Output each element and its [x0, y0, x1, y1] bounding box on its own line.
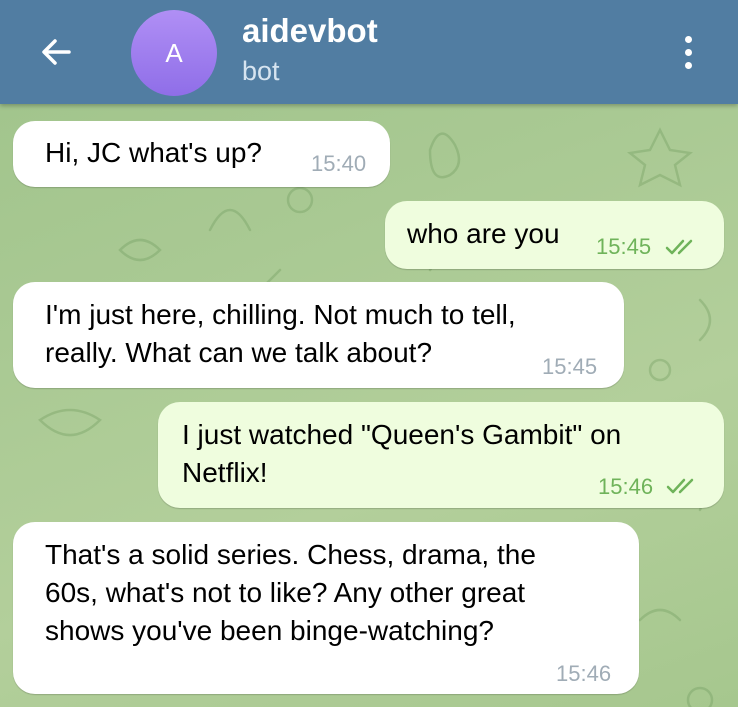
message-text: Hi, JC what's up? — [45, 137, 262, 168]
message-time: 15:45 — [542, 354, 598, 379]
more-vertical-icon-dot-2 — [684, 48, 692, 56]
double-check-icon — [665, 239, 693, 255]
message-text: really. What can we talk about? — [45, 337, 433, 368]
message-bubble-incoming[interactable]: I'm just here, chilling. Not much to tel… — [13, 282, 624, 388]
message-bubble-outgoing[interactable]: I just watched "Queen's Gambit" on Netfl… — [158, 402, 724, 508]
message-bubble-outgoing[interactable]: who are you 15:45 — [385, 201, 724, 269]
message-text: That's a solid series. Chess, drama, the — [45, 539, 536, 570]
double-check-icon — [666, 478, 694, 494]
arrow-left-icon — [42, 39, 71, 65]
avatar[interactable]: A — [131, 10, 217, 96]
message-text: Netflix! — [182, 457, 268, 488]
avatar-letter: A — [165, 37, 183, 68]
chat-subtitle: bot — [242, 56, 280, 86]
more-menu-button[interactable] — [670, 26, 706, 78]
message-bubble-incoming[interactable]: That's a solid series. Chess, drama, the… — [13, 522, 639, 694]
chat-header: A aidevbot bot — [0, 0, 738, 104]
message-text: 60s, what's not to like? Any other great — [45, 577, 526, 608]
message-time: 15:46 — [598, 474, 654, 499]
message-time: 15:46 — [556, 661, 612, 686]
message-time: 15:45 — [596, 234, 652, 259]
message-text: shows you've been binge-watching? — [45, 615, 494, 646]
chat-title[interactable]: aidevbot — [242, 12, 378, 50]
message-text: who are you — [407, 218, 560, 249]
chat-screen: A aidevbot bot Hi, JC what's up? 15:40 w… — [0, 0, 738, 707]
message-time: 15:40 — [311, 151, 367, 176]
back-button[interactable] — [30, 26, 82, 78]
more-vertical-icon-dot-3 — [684, 61, 692, 69]
message-bubble-incoming[interactable]: Hi, JC what's up? 15:40 — [13, 121, 390, 187]
message-text: I just watched "Queen's Gambit" on — [182, 419, 622, 450]
message-text: I'm just here, chilling. Not much to tel… — [45, 299, 516, 330]
more-vertical-icon — [684, 35, 692, 43]
